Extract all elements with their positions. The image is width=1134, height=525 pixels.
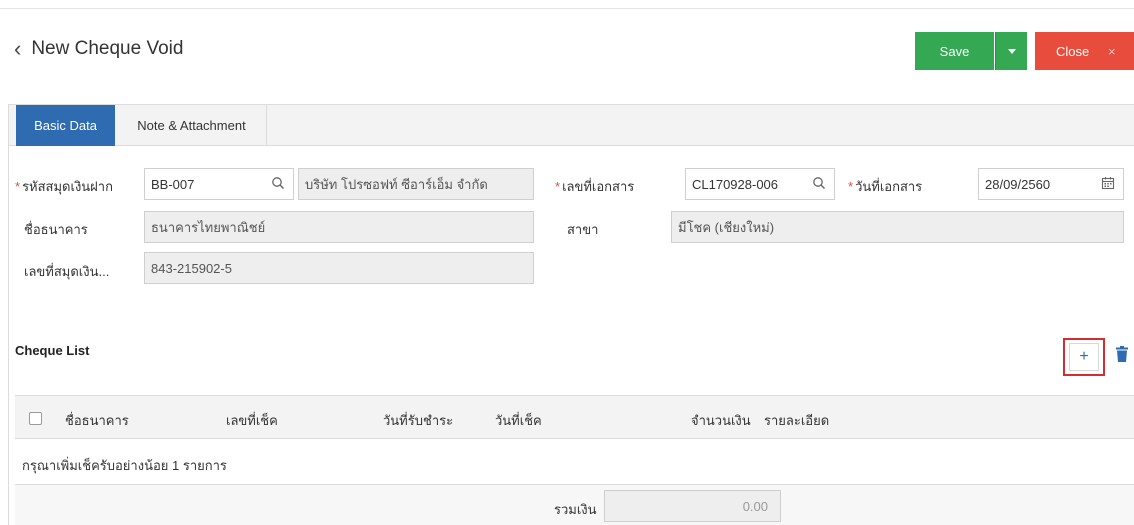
bank-book-code-label: * รหัสสมุดเงินฝาก — [15, 176, 113, 197]
tab-bar: Basic Data Note & Attachment — [9, 105, 1134, 146]
save-dropdown-button[interactable] — [995, 32, 1027, 70]
bank-book-code-field[interactable]: BB-007 — [144, 168, 294, 200]
top-divider — [0, 8, 1134, 9]
calendar-icon[interactable] — [1101, 176, 1115, 190]
total-amount-field: 0.00 — [604, 490, 781, 522]
account-no-field: 843-215902-5 — [144, 252, 534, 284]
col-receive-date: วันที่รับชำระ — [383, 413, 454, 428]
bank-book-name-value: บริษัท โปรซอฟท์ ซีอาร์เอ็ม จำกัด — [305, 176, 488, 192]
required-mark: * — [15, 179, 21, 194]
cheque-table-header: ชื่อธนาคาร เลขที่เช็ค วันที่รับชำระ วันท… — [15, 395, 1134, 439]
doc-date-label-text: วันที่เอกสาร — [855, 179, 923, 194]
trash-icon[interactable] — [1116, 346, 1128, 362]
close-button[interactable]: Close × — [1035, 32, 1134, 70]
bank-book-name-field: บริษัท โปรซอฟท์ ซีอาร์เอ็ม จำกัด — [298, 168, 534, 200]
tab-basic-data[interactable]: Basic Data — [16, 105, 115, 146]
title-bar: ‹ New Cheque Void — [14, 38, 183, 60]
search-icon[interactable] — [271, 176, 285, 190]
required-mark: * — [848, 179, 854, 194]
caret-down-icon — [1007, 48, 1016, 54]
table-empty-row: กรุณาเพิ่มเช็ครับอย่างน้อย 1 รายการ — [15, 439, 1134, 485]
doc-date-label: * วันที่เอกสาร — [848, 176, 922, 197]
branch-label: สาขา — [567, 222, 599, 237]
bank-book-code-value: BB-007 — [151, 176, 195, 192]
search-icon[interactable] — [812, 176, 826, 190]
col-detail: รายละเอียด — [764, 413, 830, 428]
col-bank-name: ชื่อธนาคาร — [65, 413, 129, 428]
doc-date-field[interactable]: 28/09/2560 — [978, 168, 1124, 200]
total-label: รวมเงิน — [554, 502, 597, 517]
add-cheque-button[interactable]: + — [1069, 343, 1099, 371]
bank-name-label: ชื่อธนาคาร — [24, 222, 88, 237]
bank-name-field: ธนาคารไทยพาณิชย์ — [144, 211, 534, 243]
tab-note-attachment[interactable]: Note & Attachment — [117, 105, 267, 146]
branch-value: มีโชค (เชียงใหม่) — [678, 219, 775, 235]
close-button-label: Close — [1056, 43, 1090, 59]
col-cheque-no: เลขที่เช็ค — [226, 413, 278, 428]
doc-no-label: * เลขที่เอกสาร — [555, 176, 634, 197]
close-x-icon[interactable]: × — [1108, 44, 1116, 59]
required-mark: * — [555, 179, 561, 194]
total-row: รวมเงิน 0.00 — [15, 485, 1134, 525]
doc-no-field[interactable]: CL170928-006 — [685, 168, 835, 200]
back-chevron-icon[interactable]: ‹ — [14, 38, 21, 60]
empty-message: กรุณาเพิ่มเช็ครับอย่างน้อย 1 รายการ — [22, 458, 227, 473]
bank-name-value: ธนาคารไทยพาณิชย์ — [151, 219, 266, 235]
select-all-checkbox[interactable] — [29, 412, 42, 425]
cheque-list-title: Cheque List — [15, 343, 90, 358]
account-no-label: เลขที่สมุดเงิน... — [24, 264, 110, 279]
doc-no-value: CL170928-006 — [692, 176, 779, 192]
save-button[interactable]: Save — [915, 32, 994, 70]
account-no-value: 843-215902-5 — [151, 260, 232, 276]
add-cheque-button-highlight[interactable]: + — [1063, 338, 1105, 376]
page-title: New Cheque Void — [31, 38, 184, 59]
col-cheque-date: วันที่เช็ค — [495, 413, 542, 428]
doc-date-value: 28/09/2560 — [985, 176, 1051, 192]
col-amount: จำนวนเงิน — [691, 413, 751, 428]
doc-no-label-text: เลขที่เอกสาร — [562, 179, 635, 194]
branch-field: มีโชค (เชียงใหม่) — [671, 211, 1124, 243]
bank-book-code-label-text: รหัสสมุดเงินฝาก — [22, 179, 113, 194]
